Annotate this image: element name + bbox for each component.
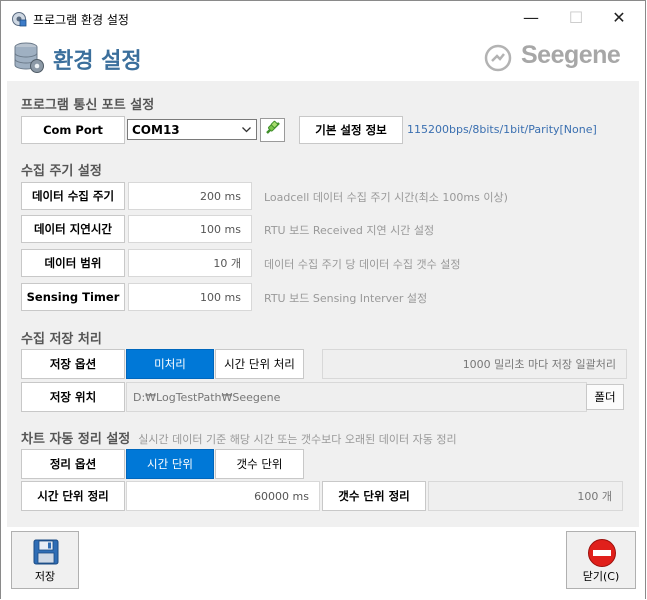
page-title: 환경 설정 (53, 49, 142, 74)
maximize-button: ☐ (568, 8, 584, 27)
cleanup-count-input: 100 개 (428, 481, 623, 511)
app-icon (11, 11, 27, 31)
cleanup-count-label: 갯수 단위 정리 (322, 481, 426, 511)
save-button[interactable]: 저장 (11, 531, 79, 589)
close-button[interactable]: 닫기(C) (566, 531, 636, 589)
port-section-title: 프로그램 통신 포트 설정 (21, 98, 155, 113)
minimize-button[interactable]: — (511, 6, 551, 30)
data-range-note: 데이터 수집 주기 당 데이터 수집 갯수 설정 (264, 258, 461, 271)
cleanup-option-label: 정리 옵션 (21, 449, 125, 479)
chevron-down-icon (241, 124, 252, 138)
collect-interval-input[interactable]: 200 ms (128, 182, 252, 210)
cleanup-option-time[interactable]: 시간 단위 (126, 449, 214, 479)
storage-option-desc: 1000 밀리초 마다 저장 일괄처리 (322, 349, 627, 379)
page-header: 환경 설정 Seegene (1, 35, 645, 81)
data-range-input[interactable]: 10 개 (128, 249, 252, 277)
sensing-timer-note: RTU 보드 Sensing Interver 설정 (264, 292, 428, 305)
settings-panel: 프로그램 통신 포트 설정 Com Port COM13 기본 설정 정보 11… (7, 81, 639, 527)
com-port-select[interactable]: COM13 (127, 119, 257, 140)
collect-interval-label: 데이터 수집 주기 (21, 182, 125, 210)
database-settings-icon (13, 41, 45, 79)
com-port-value: COM13 (132, 122, 180, 137)
delay-time-input[interactable]: 100 ms (128, 215, 252, 243)
sensing-timer-label: Sensing Timer (21, 283, 125, 311)
storage-option-none[interactable]: 미처리 (126, 349, 214, 379)
com-port-label: Com Port (21, 116, 125, 144)
folder-button[interactable]: 폴더 (586, 384, 624, 410)
basic-info-label: 기본 설정 정보 (299, 116, 403, 144)
storage-location-label: 저장 위치 (21, 382, 125, 412)
close-window-button[interactable]: ✕ (599, 6, 639, 30)
close-button-label: 닫기(C) (582, 570, 620, 583)
storage-option-label: 저장 옵션 (21, 349, 125, 379)
window-title: 프로그램 환경 설정 (33, 13, 129, 27)
cleanup-time-label: 시간 단위 정리 (21, 481, 125, 511)
collection-section-title: 수집 주기 설정 (21, 164, 102, 179)
collect-interval-note: Loadcell 데이터 수집 주기 시간(최소 100ms 이상) (264, 191, 508, 204)
delay-time-note: RTU 보드 Received 지연 시간 설정 (264, 224, 435, 237)
cleanup-section-title-text: 차트 자동 정리 설정 (21, 432, 131, 447)
footer-bar: 저장 닫기(C) (1, 527, 645, 599)
cleanup-section-title: 차트 자동 정리 설정 실시간 데이터 기준 해당 시간 또는 갯수보다 오래된 … (21, 428, 457, 447)
storage-location-input[interactable]: D:₩LogTestPath₩Seegene (126, 382, 587, 412)
data-range-label: 데이터 범위 (21, 249, 125, 277)
floppy-disk-icon (32, 538, 60, 569)
stop-sign-icon (587, 538, 617, 571)
seegene-logo-icon (484, 44, 512, 76)
settings-window: 프로그램 환경 설정 — ☐ ✕ 환경 설정 Seegene 프로그램 통신 포… (0, 0, 646, 599)
connect-button[interactable] (260, 118, 285, 142)
basic-info-value: 115200bps/8bits/1bit/Parity[None] (407, 123, 597, 136)
cleanup-time-input[interactable]: 60000 ms (126, 481, 320, 511)
sensing-timer-input[interactable]: 100 ms (128, 283, 252, 311)
seegene-logo: Seegene (521, 41, 621, 69)
cleanup-option-count[interactable]: 갯수 단위 (215, 449, 304, 479)
cleanup-section-note: 실시간 데이터 기준 해당 시간 또는 갯수보다 오래된 데이터 자동 정리 (138, 433, 457, 446)
storage-section-title: 수집 저장 처리 (21, 332, 102, 347)
plug-connect-icon (264, 119, 282, 141)
delay-time-label: 데이터 지연시간 (21, 215, 125, 243)
title-bar: 프로그램 환경 설정 — ☐ ✕ (1, 1, 645, 35)
storage-option-time[interactable]: 시간 단위 처리 (215, 349, 304, 379)
save-button-label: 저장 (34, 570, 56, 583)
